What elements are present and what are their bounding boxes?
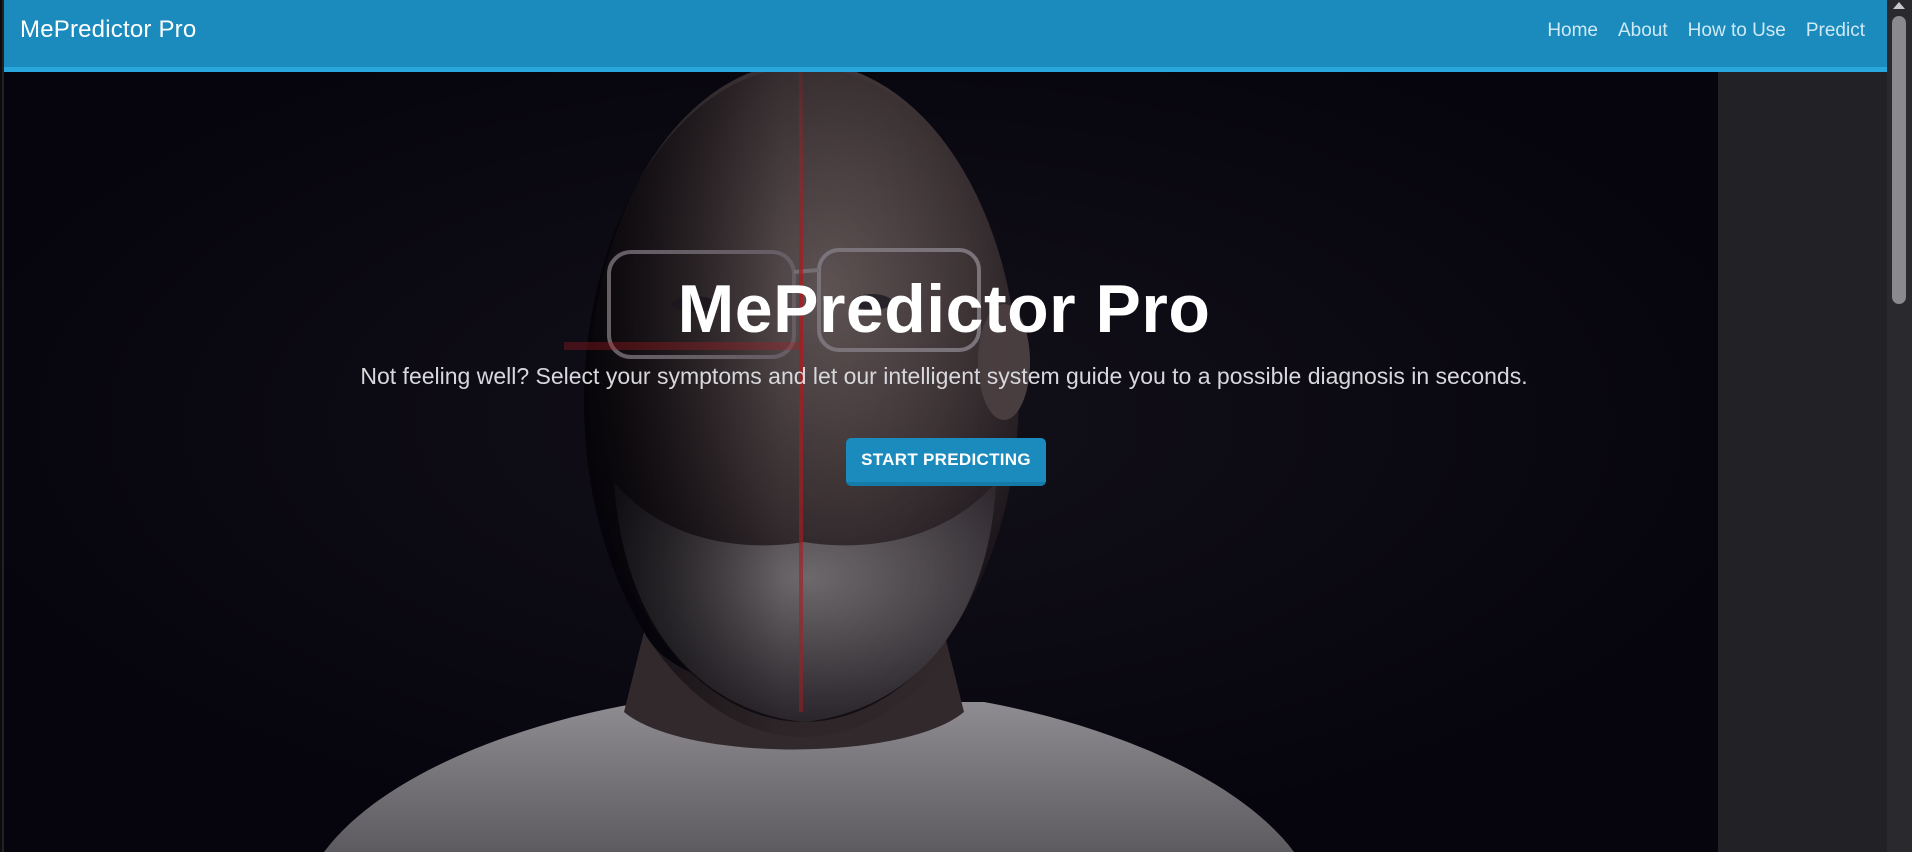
hero-title: MePredictor Pro xyxy=(677,271,1211,347)
hero-subtitle: Not feeling well? Select your symptoms a… xyxy=(360,363,1528,389)
nav-link-how-to-use[interactable]: How to Use xyxy=(1688,20,1786,42)
start-predicting-button[interactable]: START PREDICTING xyxy=(846,438,1046,486)
nav-link-about[interactable]: About xyxy=(1618,20,1668,42)
scroll-up-arrow-icon[interactable] xyxy=(1893,2,1905,9)
page: MePredictor Pro Home About How to Use Pr… xyxy=(0,0,1889,852)
brand-logo-link[interactable]: MePredictor Pro xyxy=(20,16,196,44)
scrollbar-thumb[interactable] xyxy=(1892,16,1906,304)
vertical-scrollbar[interactable] xyxy=(1887,0,1912,852)
nav-link-predict[interactable]: Predict xyxy=(1806,20,1865,42)
top-navbar: MePredictor Pro Home About How to Use Pr… xyxy=(4,0,1889,72)
right-gutter xyxy=(1718,72,1889,852)
nav-links: Home About How to Use Predict xyxy=(1547,20,1865,42)
nav-link-home[interactable]: Home xyxy=(1547,20,1598,42)
